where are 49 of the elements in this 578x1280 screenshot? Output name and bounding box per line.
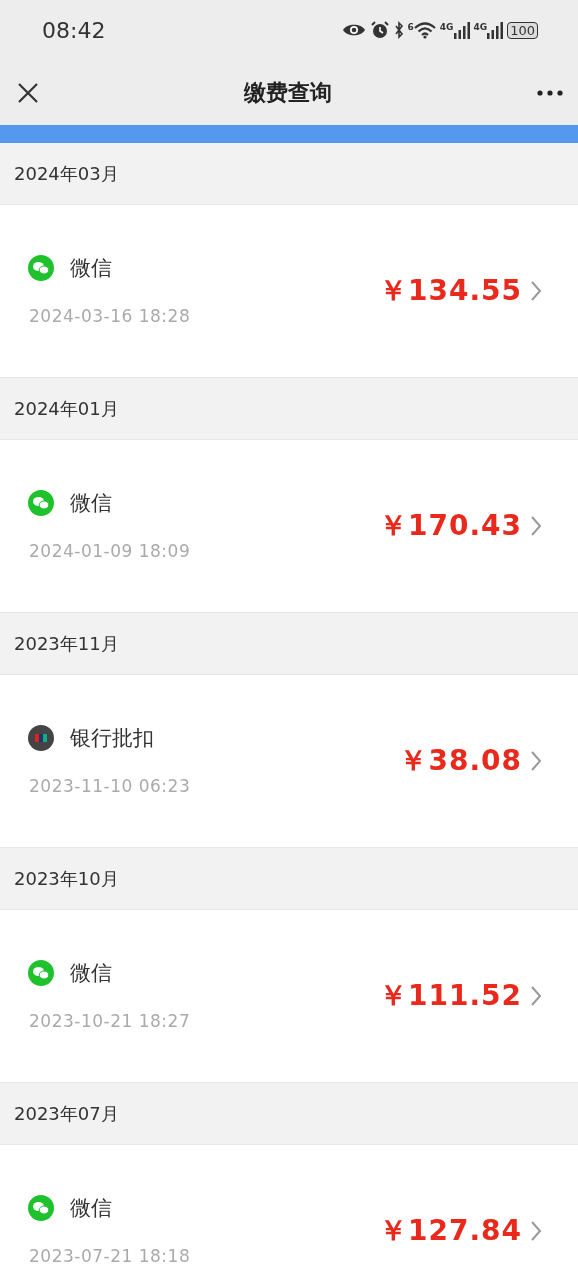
signal-icon	[453, 21, 470, 39]
chat-bubbles-icon	[28, 255, 54, 282]
signal-icon	[487, 21, 504, 39]
wifi-icon	[413, 21, 436, 39]
payment-method: 微信	[70, 489, 112, 517]
month-header: 2023年07月	[14, 1102, 119, 1126]
chevron-right-icon	[530, 280, 542, 302]
month-header: 2024年01月	[14, 397, 119, 421]
payment-amount: ￥127.84	[378, 1213, 522, 1249]
payment-amount: ￥170.43	[378, 508, 522, 544]
chevron-right-icon	[530, 985, 542, 1007]
payment-time: 2024-01-09 18:09	[29, 540, 191, 563]
payment-time: 2024-03-16 18:28	[29, 305, 191, 328]
payment-method: 微信	[70, 1194, 112, 1222]
payment-record[interactable]: 银行批扣 2023-11-10 06:23 ￥38.08	[0, 675, 578, 848]
month-header: 2023年10月	[14, 867, 119, 891]
chevron-right-icon	[530, 1220, 542, 1242]
network-label: 4G	[473, 21, 488, 34]
payment-time: 2023-10-21 18:27	[29, 1010, 191, 1033]
payment-method: 微信	[70, 959, 112, 987]
status-time: 08:42	[42, 16, 106, 45]
chat-bubbles-icon	[28, 1195, 54, 1222]
payment-record[interactable]: 微信 2023-10-21 18:27 ￥111.52	[0, 910, 578, 1083]
bank-card-icon	[28, 725, 54, 752]
payment-record[interactable]: 微信 2024-03-16 18:28 ￥134.55	[0, 205, 578, 378]
payment-method: 微信	[70, 254, 112, 282]
alarm-icon	[369, 20, 390, 40]
payment-time: 2023-07-21 18:18	[29, 1245, 191, 1268]
chat-bubbles-icon	[28, 960, 54, 987]
wifi-label: 6	[407, 21, 414, 34]
bluetooth-icon	[393, 21, 404, 39]
chevron-right-icon	[530, 515, 542, 537]
payment-time: 2023-11-10 06:23	[29, 775, 191, 798]
battery-indicator: 100	[507, 21, 538, 39]
payment-record[interactable]: 微信 2023-07-21 18:18 ￥127.84	[0, 1145, 578, 1280]
page-title: 缴费查询	[244, 79, 332, 107]
payment-method: 银行批扣	[70, 724, 154, 752]
payment-amount: ￥38.08	[399, 743, 522, 779]
close-icon[interactable]	[16, 80, 40, 105]
payment-amount: ￥111.52	[378, 978, 522, 1014]
more-icon[interactable]	[536, 88, 564, 97]
chevron-right-icon	[530, 750, 542, 772]
network-label: 4G	[439, 21, 454, 34]
payment-record[interactable]: 微信 2024-01-09 18:09 ￥170.43	[0, 440, 578, 613]
eye-icon	[341, 22, 366, 38]
payment-amount: ￥134.55	[378, 273, 522, 309]
month-header: 2024年03月	[14, 162, 119, 186]
chat-bubbles-icon	[28, 490, 54, 517]
month-header: 2023年11月	[14, 632, 119, 656]
